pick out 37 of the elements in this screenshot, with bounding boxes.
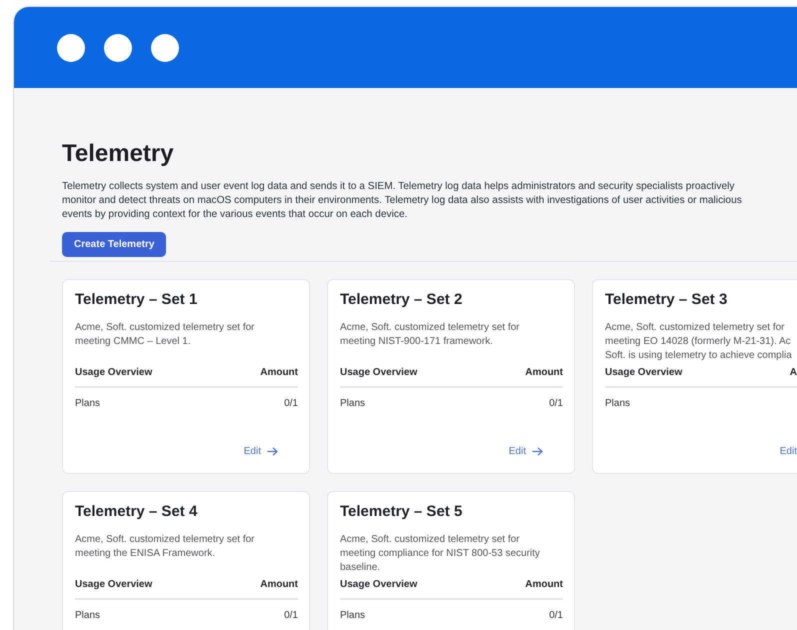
card-description: Acme, Soft. customized telemetry set for meeting the ENISA Framework.	[75, 533, 256, 561]
card-description: Acme, Soft. customized telemetry set for meeting NIST-900-171 framework.	[340, 321, 521, 349]
column-header: Usage Overview	[75, 366, 152, 380]
table-cell-text: 0/1	[549, 397, 563, 411]
edit-link[interactable]: Edit	[508, 444, 543, 459]
table-cell-text: Plans	[340, 397, 366, 411]
create-telemetry-button[interactable]: Create Telemetry	[62, 232, 166, 257]
column-header: A	[790, 366, 797, 380]
table-cell-text: Plans	[75, 609, 100, 623]
edit-link[interactable]: Edit	[780, 444, 797, 459]
table-cell-text: Plans	[340, 609, 366, 623]
column-header: Amount	[260, 578, 298, 592]
page-description: Telemetry collects system and user event log data and sends it to a SIEM. Telemetry log data helps administrators and security specialists proactively monitor and detect threats on macOS computers in their environments. Telemetry log data also assists with investigations of user activities or malicious events by providing context for the various events that occur on each device.	[62, 180, 743, 222]
arrow-right-icon	[532, 447, 543, 456]
arrow-right-icon	[267, 447, 278, 456]
column-header: Usage Overview	[75, 578, 152, 592]
table-cell-text: 0/1	[284, 397, 298, 411]
card-title: Telemetry – Set 3	[605, 291, 728, 309]
column-header: Usage Overview	[340, 366, 418, 380]
card-description: Acme, Soft. customized telemetry set for meeting EO 14028 (formerly M-21-31). Ac Soft. is using telemetry to achieve complia	[605, 321, 793, 363]
card-title: Telemetry – Set 1	[75, 291, 198, 309]
card-description: Acme, Soft. customized telemetry set for meeting CMMC – Level 1.	[75, 321, 256, 349]
edit-link[interactable]: Edit	[244, 444, 278, 459]
page-title: Telemetry	[62, 140, 175, 168]
table-cell-text: 0/1	[549, 609, 563, 623]
column-header: Amount	[260, 366, 298, 380]
column-header: Amount	[525, 578, 563, 592]
column-header: Amount	[525, 366, 563, 380]
card-title: Telemetry – Set 5	[340, 503, 464, 521]
table-cell-text: 0/1	[284, 609, 298, 623]
column-header: Usage Overview	[605, 366, 682, 380]
card-title: Telemetry – Set 2	[340, 291, 464, 309]
column-header: Usage Overview	[340, 578, 418, 592]
table-cell-text: Plans	[75, 397, 100, 411]
card-description: Acme, Soft. customized telemetry set for meeting compliance for NIST 800-53 security baseline.	[340, 533, 541, 575]
table-cell-text: Plans	[605, 397, 630, 411]
card-title: Telemetry – Set 4	[75, 503, 198, 521]
